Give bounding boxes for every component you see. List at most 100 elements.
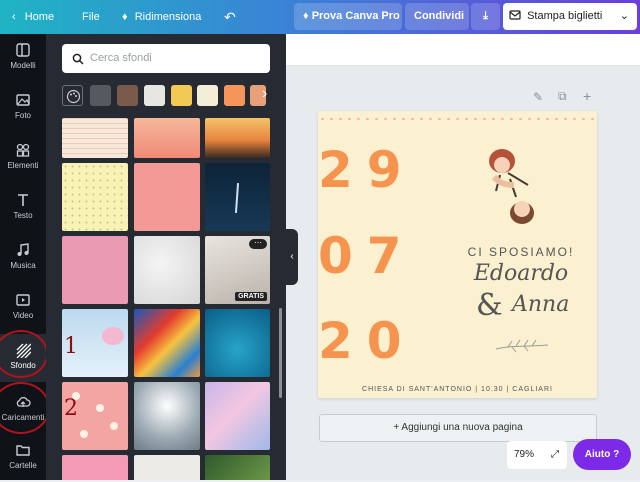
background-thumbnail[interactable] [62,118,128,158]
photo-icon [16,94,30,106]
rail-item-photos[interactable]: Foto [0,84,46,132]
background-thumbnail[interactable] [205,455,270,480]
download-icon: ⤓ [483,10,488,22]
name2-text: Anna [512,292,570,317]
couple-illustration [489,149,534,224]
background-thumbnail[interactable] [62,163,128,231]
templates-icon [16,43,30,57]
annotation-number: 1 [64,334,78,359]
search-icon [72,53,84,65]
color-picker-swatch[interactable] [62,85,83,106]
annotation-number: 2 [64,396,78,421]
background-thumbnail[interactable] [205,118,270,158]
print-label: Stampa biglietti [527,10,603,22]
duplicate-icon[interactable]: ⧉ [558,89,567,104]
backgrounds-panel: Cerca sfondi › ⋯ GRATIS [46,34,286,480]
rail-item-music[interactable]: Musica [0,234,46,282]
rail-label: Musica [10,261,36,270]
crown-icon: ♦ [122,11,128,23]
print-button[interactable]: Stampa biglietti ⌄ [503,3,637,30]
color-swatch[interactable] [90,85,111,106]
envelope-icon [509,10,521,20]
rail-item-video[interactable]: Video [0,284,46,332]
background-thumbnail[interactable]: ⋯ GRATIS [205,236,270,304]
background-thumbnail[interactable] [134,118,200,158]
palette-icon [66,89,81,104]
rail-label: Cartelle [9,461,37,470]
headline-text: CI SPOSIAMO! [467,245,575,259]
crown-icon: ♦ [303,10,309,22]
file-menu[interactable]: File [82,0,100,34]
rail-item-text[interactable]: Testo [0,184,46,232]
rail-label: Testo [13,211,33,220]
home-label: Home [24,11,55,23]
text-icon [18,194,28,206]
leaf-branch-icon [495,339,549,353]
notes-icon[interactable]: ✎ [533,90,543,104]
elements-icon [16,143,30,157]
collapse-panel-button[interactable]: ‹ [286,229,298,285]
flower-shape [80,430,88,438]
rail-item-folders[interactable]: Cartelle [0,434,46,482]
background-thumbnail[interactable] [205,309,270,377]
rail-item-elements[interactable]: Elementi [0,134,46,182]
ampersand-text: & [476,288,503,323]
background-thumbnail[interactable] [134,455,200,480]
share-button[interactable]: Condividi [405,3,469,30]
download-button[interactable]: ⤓ [471,3,500,30]
design-page[interactable]: 29 07 20 CI SPOSIAMO! Edoardo & Anna CHI… [318,111,597,398]
color-swatch[interactable] [224,85,245,106]
background-thumbnail[interactable] [134,236,200,304]
folder-icon [16,445,30,456]
chevron-left-icon: ‹ [12,11,16,23]
date-year: 20 [318,312,416,370]
more-options-icon[interactable]: ⋯ [249,239,267,249]
home-button[interactable]: ‹ Home [12,0,54,34]
zoom-control[interactable]: 79% ⤢ [507,441,567,469]
music-icon [17,243,29,256]
rail-label: Video [12,311,34,320]
try-pro-button[interactable]: ♦ Prova Canva Pro [294,3,402,30]
resize-label: Ridimensiona [134,11,202,23]
search-input[interactable]: Cerca sfondi [62,44,270,73]
undo-icon[interactable]: ↶ [224,0,236,34]
help-button[interactable]: Aiuto ? [573,439,631,470]
flower-shape [96,404,104,412]
color-swatch[interactable] [144,85,165,106]
top-bar: ‹ Home File ♦ Ridimensiona ↶ ♦ Prova Can… [0,0,640,34]
name1-text: Edoardo [473,261,569,286]
panel-scrollbar[interactable] [279,308,282,398]
background-thumbnail[interactable] [62,455,128,480]
date-day: 29 [318,141,416,199]
chevron-left-icon: ‹ [290,251,294,262]
add-page-button[interactable]: + Aggiungi una nuova pagina [319,414,597,442]
flower-shape [102,327,124,345]
resize-button[interactable]: ♦ Ridimensiona [122,0,201,34]
free-badge: GRATIS [235,292,267,301]
background-thumbnail[interactable] [134,163,200,231]
confetti-border [318,115,597,123]
color-swatch[interactable] [197,85,218,106]
background-thumbnail[interactable] [134,309,200,377]
editor-subbar [286,34,640,66]
chevron-right-icon[interactable]: › [262,85,267,103]
fullscreen-icon[interactable]: ⤢ [551,441,559,469]
video-icon [16,294,30,306]
try-pro-label: Prova Canva Pro [311,10,400,22]
flower-shape [110,422,118,430]
search-placeholder: Cerca sfondi [90,52,152,64]
add-icon[interactable]: + [583,88,591,104]
rail-item-templates[interactable]: Modelli [0,34,46,82]
zoom-level: 79% [514,449,535,460]
rail-label: Foto [14,111,31,120]
color-swatch[interactable] [171,85,192,106]
date-month: 07 [318,227,416,285]
venue-footer: CHIESA DI SANT'ANTONIO | 10.30 | CAGLIAR… [362,386,553,393]
background-thumbnail[interactable] [134,382,200,450]
rail-label: Modelli [10,61,36,70]
color-swatch[interactable] [117,85,138,106]
background-thumbnail[interactable] [205,163,270,231]
background-thumbnail[interactable] [205,382,270,450]
background-thumbnail[interactable] [62,236,128,304]
chevron-down-icon: ⌄ [619,10,629,22]
